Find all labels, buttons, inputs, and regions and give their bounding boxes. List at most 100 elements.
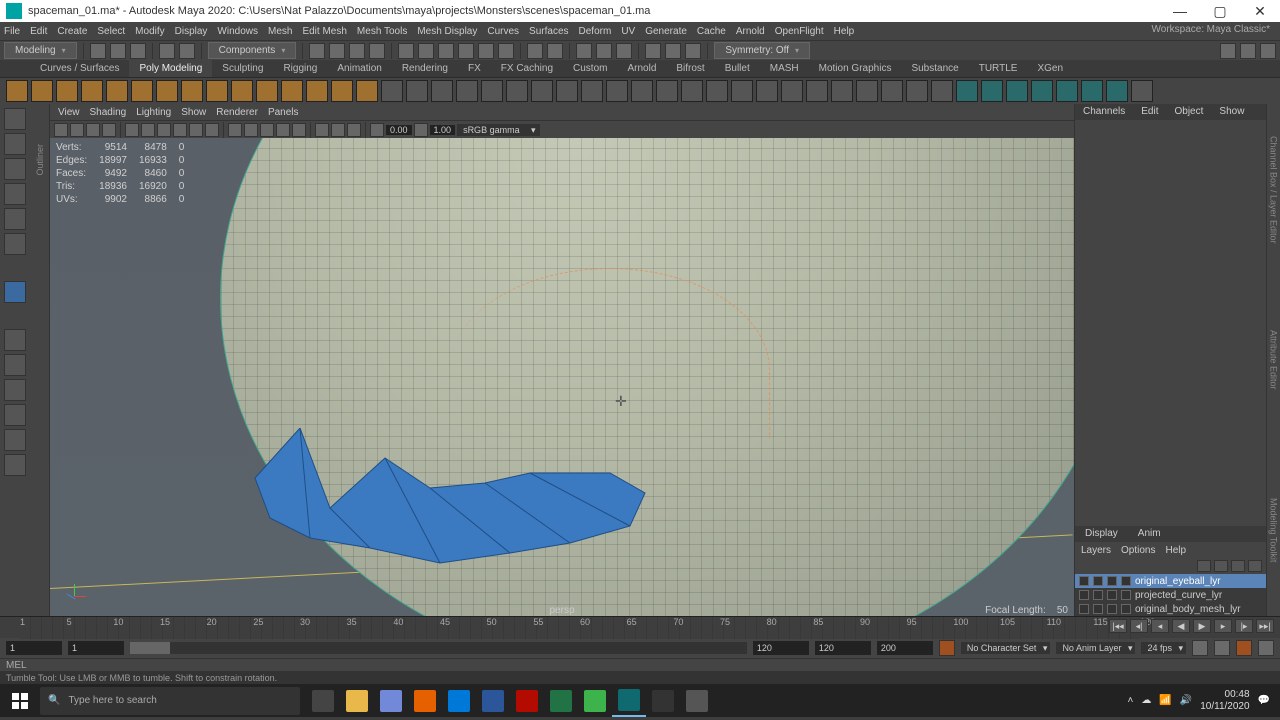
vp-shadows-icon[interactable]	[292, 123, 306, 137]
shelf-polycube-icon[interactable]	[31, 80, 53, 102]
tab-bifrost[interactable]: Bifrost	[666, 60, 714, 77]
shelf-polydisc-icon[interactable]	[156, 80, 178, 102]
tab-animation[interactable]: Animation	[327, 60, 391, 77]
shelf-target-weld-icon[interactable]	[881, 80, 903, 102]
toggle-channelbox-icon[interactable]	[1240, 43, 1256, 59]
menu-modify[interactable]: Modify	[135, 26, 164, 37]
history-icon[interactable]	[527, 43, 543, 59]
selected-faces[interactable]	[250, 428, 650, 568]
anim-prefs-icon[interactable]	[1258, 640, 1274, 656]
vp-film-gate-icon[interactable]	[141, 123, 155, 137]
layer-row[interactable]: original_body_mesh_lyr	[1075, 602, 1266, 616]
menu-openflight[interactable]: OpenFlight	[775, 26, 824, 37]
vp-menu-show[interactable]: Show	[181, 107, 206, 118]
layer-color-icon[interactable]	[1121, 604, 1131, 614]
construction-history-icon[interactable]	[547, 43, 563, 59]
select-tool-icon[interactable]	[4, 108, 26, 130]
ipr-render-icon[interactable]	[596, 43, 612, 59]
layout-single-icon[interactable]	[4, 329, 26, 351]
menu-windows[interactable]: Windows	[217, 26, 258, 37]
layer-row[interactable]: original_eyeball_lyr	[1075, 574, 1266, 588]
taskbar-app-obs[interactable]	[646, 684, 680, 717]
shelf-offsetloop-icon[interactable]	[931, 80, 953, 102]
panel-layout3-icon[interactable]	[685, 43, 701, 59]
shelf-polyplane-icon[interactable]	[131, 80, 153, 102]
toggle-toolsettings-icon[interactable]	[1260, 43, 1276, 59]
lasso-tool-icon[interactable]	[4, 133, 26, 155]
symmetry-dropdown[interactable]: Symmetry: Off	[714, 42, 810, 59]
menu-select[interactable]: Select	[97, 26, 125, 37]
menu-cache[interactable]: Cache	[697, 26, 726, 37]
tab-xgen[interactable]: XGen	[1027, 60, 1073, 77]
shelf-retopo-icon[interactable]	[1056, 80, 1078, 102]
layer-type-toggle-icon[interactable]	[1107, 604, 1117, 614]
tab-rendering[interactable]: Rendering	[392, 60, 458, 77]
layer-type-toggle-icon[interactable]	[1107, 576, 1117, 586]
vp-gate-mask-icon[interactable]	[173, 123, 187, 137]
fps-dropdown[interactable]: 24 fps	[1141, 642, 1186, 654]
vp-xray-joints-icon[interactable]	[347, 123, 361, 137]
tab-turtle[interactable]: TURTLE	[969, 60, 1028, 77]
menu-curves[interactable]: Curves	[487, 26, 519, 37]
step-back-key-icon[interactable]: ◂|	[1130, 619, 1148, 633]
layer-playback-toggle-icon[interactable]	[1093, 576, 1103, 586]
save-scene-icon[interactable]	[130, 43, 146, 59]
shelf-polyhelix-icon[interactable]	[281, 80, 303, 102]
render-icon[interactable]	[576, 43, 592, 59]
snap-live-icon[interactable]	[478, 43, 494, 59]
toggle-outliner-icon[interactable]	[1220, 43, 1236, 59]
cb-tab-object[interactable]: Object	[1167, 104, 1212, 120]
taskbar-app-maya[interactable]	[612, 684, 646, 717]
step-fwd-frame-icon[interactable]: ▸	[1214, 619, 1232, 633]
dock-tab-attribute-editor[interactable]: Attribute Editor	[1267, 275, 1280, 446]
layer-playback-toggle-icon[interactable]	[1093, 604, 1103, 614]
dock-tab-modeling-toolkit[interactable]: Modeling Toolkit	[1267, 445, 1280, 616]
layer-tab-anim[interactable]: Anim	[1128, 526, 1171, 542]
menu-uv[interactable]: UV	[621, 26, 635, 37]
anim-end2-field[interactable]: 200	[877, 641, 933, 655]
vp-textured-icon[interactable]	[260, 123, 274, 137]
shelf-polygear-icon[interactable]	[306, 80, 328, 102]
panel-layout-icon[interactable]	[645, 43, 661, 59]
move-tool-icon[interactable]	[4, 183, 26, 205]
go-to-end-icon[interactable]: ▸▸|	[1256, 619, 1274, 633]
shelf-insertloop-icon[interactable]	[906, 80, 928, 102]
shelf-polysphere-icon[interactable]	[6, 80, 28, 102]
tab-substance[interactable]: Substance	[901, 60, 968, 77]
tab-sculpting[interactable]: Sculpting	[212, 60, 273, 77]
vp-isolate-icon[interactable]	[315, 123, 329, 137]
tab-rigging[interactable]: Rigging	[273, 60, 327, 77]
layer-vis-toggle-icon[interactable]	[1079, 604, 1089, 614]
tab-polymodeling[interactable]: Poly Modeling	[129, 60, 212, 77]
tab-arnold[interactable]: Arnold	[617, 60, 666, 77]
shelf-polyplatonic-icon[interactable]	[181, 80, 203, 102]
shelf-polycylinder-icon[interactable]	[56, 80, 78, 102]
shelf-polypipe-icon[interactable]	[256, 80, 278, 102]
close-button[interactable]: ✕	[1240, 0, 1280, 22]
select-vertex-icon[interactable]	[309, 43, 325, 59]
taskbar-app-word[interactable]	[476, 684, 510, 717]
shelf-mirror-icon[interactable]	[656, 80, 678, 102]
panel-layout2-icon[interactable]	[665, 43, 681, 59]
taskbar-app-edge[interactable]	[442, 684, 476, 717]
taskbar-app-acrobat[interactable]	[510, 684, 544, 717]
shelf-polycone-icon[interactable]	[81, 80, 103, 102]
time-slider[interactable]: 1510152025303540455055606570758085909510…	[0, 616, 1280, 638]
vp-menu-panels[interactable]: Panels	[268, 107, 299, 118]
shelf-superellipse-icon[interactable]	[381, 80, 403, 102]
menu-mesh[interactable]: Mesh	[268, 26, 292, 37]
outliner-panel-collapsed[interactable]: Outliner	[30, 104, 50, 616]
layout-four-icon[interactable]	[4, 354, 26, 376]
shelf-quaddraw-icon[interactable]	[1006, 80, 1028, 102]
workspace-selector[interactable]: Workspace: Maya Classic*	[1152, 24, 1271, 35]
tab-motiongraphics[interactable]: Motion Graphics	[809, 60, 902, 77]
taskbar-app-discord[interactable]	[374, 684, 408, 717]
shelf-merge-icon[interactable]	[831, 80, 853, 102]
character-set-dropdown[interactable]: No Character Set	[961, 642, 1051, 654]
render-settings-icon[interactable]	[616, 43, 632, 59]
taskbar-search[interactable]: 🔍 Type here to search	[40, 687, 300, 715]
shelf-combine-icon[interactable]	[431, 80, 453, 102]
layer-vis-toggle-icon[interactable]	[1079, 576, 1089, 586]
paint-select-tool-icon[interactable]	[4, 158, 26, 180]
cb-tab-edit[interactable]: Edit	[1133, 104, 1166, 120]
